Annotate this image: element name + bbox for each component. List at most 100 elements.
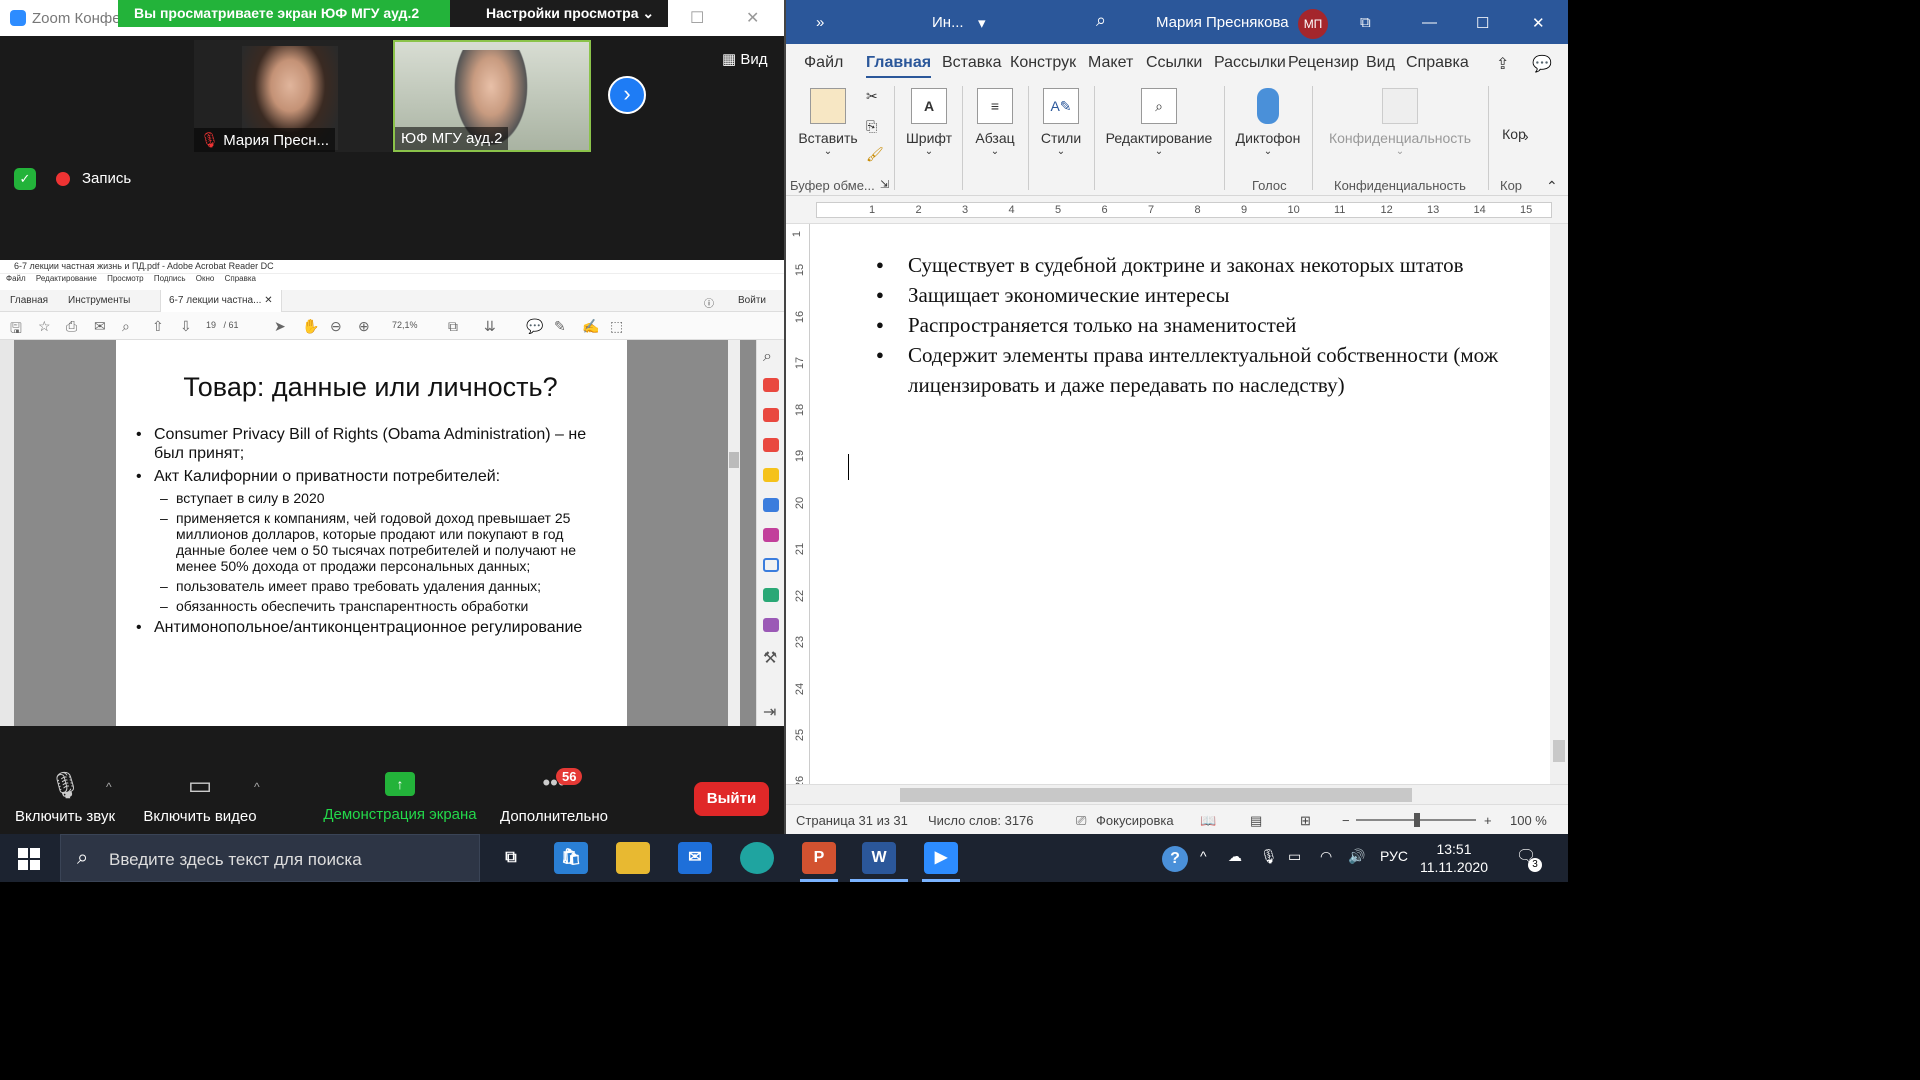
powerpoint-icon[interactable]: P — [802, 842, 836, 874]
clock[interactable]: 13:51 11.11.2020 — [1420, 840, 1488, 876]
star-icon[interactable]: ☆ — [38, 318, 51, 335]
onedrive-icon[interactable]: ☁ — [1228, 848, 1242, 865]
zoom-slider[interactable] — [1356, 813, 1476, 827]
start-video-button[interactable]: ▭ Включить видео — [140, 770, 260, 825]
windows-start-icon[interactable] — [18, 848, 40, 870]
fit-page-icon[interactable]: ⧉ — [448, 318, 458, 335]
dialog-launcher-icon[interactable]: ⇲ — [880, 178, 889, 191]
store-icon[interactable]: 🛍 — [554, 842, 588, 874]
more-button[interactable]: ••• Дополнительно — [494, 770, 614, 825]
view-button[interactable]: ▦ Вид — [722, 50, 768, 68]
tab-layout[interactable]: Макет — [1088, 54, 1133, 72]
tab-insert[interactable]: Вставка — [942, 54, 1001, 72]
menu-item[interactable]: Подпись — [154, 274, 186, 283]
bullet-item[interactable]: Распространяется только на знаменитостей — [876, 310, 1550, 340]
sign-icon[interactable]: ✍ — [582, 318, 599, 335]
tab-mailings[interactable]: Рассылки — [1214, 54, 1286, 72]
microphone-icon[interactable]: 🎙 — [1260, 848, 1278, 865]
task-view-icon[interactable]: ⧉ — [494, 842, 528, 874]
menu-item[interactable]: Окно — [196, 274, 215, 283]
export-pdf-icon[interactable] — [763, 378, 779, 392]
maximize-icon[interactable]: ☐ — [1476, 14, 1489, 32]
taskbar-search[interactable]: ⌕ Введите здесь текст для поиска — [60, 834, 480, 882]
quick-access-more-icon[interactable]: » — [816, 14, 824, 31]
left-panel-toggle[interactable] — [0, 340, 14, 726]
more-tools-icon[interactable]: ⚒ — [763, 648, 779, 667]
share-screen-button[interactable]: ↑ Демонстрация экрана — [320, 770, 480, 823]
paragraph-button[interactable]: ≡ Абзац ⌄ — [968, 88, 1022, 157]
read-mode-icon[interactable]: 📖 — [1200, 813, 1216, 829]
avatar[interactable]: МП — [1298, 9, 1328, 39]
tab-review[interactable]: Рецензир — [1288, 54, 1359, 72]
prev-page-icon[interactable]: ⇧ — [152, 318, 164, 335]
comment-tool-icon[interactable] — [763, 468, 779, 482]
focus-icon[interactable]: ⎚ — [1076, 813, 1086, 829]
zoom-in-icon[interactable]: ⊕ — [358, 318, 370, 335]
page-count[interactable]: Страница 31 из 31 — [796, 813, 908, 828]
show-hidden-icons-icon[interactable]: ^ — [1200, 848, 1207, 864]
scroll-mode-icon[interactable]: ⇊ — [484, 318, 496, 335]
combine-files-icon[interactable] — [763, 498, 779, 512]
bullet-item[interactable]: Содержит элементы права интеллектуальной… — [876, 340, 1550, 400]
close-icon[interactable]: ✕ — [746, 8, 759, 28]
menu-item[interactable]: Справка — [225, 274, 256, 283]
bullet-item[interactable]: Защищает экономические интересы — [876, 280, 1550, 310]
tab-document[interactable]: 6-7 лекции частна... ✕ — [160, 290, 282, 312]
zoom-slider-knob[interactable] — [1414, 813, 1420, 827]
scroll-thumb[interactable] — [900, 788, 1412, 802]
styles-button[interactable]: A✎ Стили ⌄ — [1034, 88, 1088, 157]
font-button[interactable]: A Шрифт ⌄ — [902, 88, 956, 157]
tab-home[interactable]: Главная — [866, 54, 932, 79]
view-options-button[interactable]: Настройки просмотра ⌄ — [450, 0, 668, 27]
zoom-level[interactable]: 72,1% — [392, 320, 418, 330]
format-painter-icon[interactable]: 🖌 — [866, 146, 884, 163]
search-icon[interactable]: ⌕ — [763, 348, 779, 365]
collapse-ribbon-icon[interactable]: ⌃ — [1546, 178, 1558, 195]
minimize-icon[interactable]: — — [1422, 14, 1437, 31]
file-explorer-icon[interactable] — [616, 842, 650, 874]
page-indicator[interactable]: 19 / 61 — [206, 320, 239, 330]
horizontal-ruler[interactable]: 1 2 3 4 5 6 7 8 9 10 11 12 13 14 15 — [786, 196, 1568, 224]
optimize-icon[interactable] — [763, 588, 779, 602]
scroll-thumb[interactable] — [729, 452, 739, 468]
tab-design[interactable]: Конструк — [1010, 54, 1076, 72]
next-page-arrow-icon[interactable]: › — [608, 76, 646, 114]
share-tool-icon[interactable]: ⬚ — [610, 318, 623, 335]
close-icon[interactable]: ✕ — [264, 295, 272, 306]
fill-sign-icon[interactable] — [763, 528, 779, 542]
share-icon[interactable]: ⇪ — [1496, 54, 1509, 74]
create-pdf-icon[interactable] — [763, 408, 779, 422]
acrobat-vertical-scrollbar[interactable] — [728, 340, 740, 726]
wifi-icon[interactable]: ◠ — [1320, 848, 1332, 865]
document-title[interactable]: Ин... — [932, 14, 964, 31]
help-icon[interactable]: ? — [1162, 846, 1188, 872]
maximize-icon[interactable]: ☐ — [690, 8, 704, 28]
tab-view[interactable]: Вид — [1366, 54, 1395, 72]
edge-icon[interactable] — [740, 842, 774, 874]
hand-tool-icon[interactable]: ✋ — [302, 318, 319, 335]
tab-tools[interactable]: Инструменты — [68, 295, 130, 306]
copy-icon[interactable]: ⎘ — [866, 118, 877, 135]
confidentiality-button[interactable]: Конфиденциальность ⌄ — [1320, 88, 1480, 157]
menu-item[interactable]: Редактирование — [36, 274, 97, 283]
participant-tile[interactable]: 🎙 Мария Пресн... — [194, 40, 392, 152]
zoom-app-icon[interactable]: ▶ — [924, 842, 958, 874]
video-options-icon[interactable]: ^ — [254, 780, 260, 794]
chevron-down-icon[interactable]: ▾ — [978, 14, 986, 32]
tab-help[interactable]: Справка — [1406, 54, 1469, 72]
security-shield-icon[interactable]: ✓ — [14, 168, 36, 190]
help-icon[interactable]: ⓘ — [704, 295, 714, 310]
document-canvas[interactable]: Существует в судебной доктрине и законах… — [816, 224, 1550, 784]
email-icon[interactable]: ✉ — [94, 318, 106, 335]
focus-mode[interactable]: Фокусировка — [1096, 813, 1174, 828]
login-link[interactable]: Войти — [738, 295, 766, 306]
word-icon[interactable]: W — [862, 842, 896, 874]
ribbon-display-icon[interactable]: ⧉ — [1360, 14, 1371, 31]
user-name[interactable]: Мария Преснякова — [1156, 14, 1289, 31]
participant-tile-active[interactable]: ЮФ МГУ ауд.2 — [393, 40, 591, 152]
tab-file[interactable]: Файл — [804, 54, 843, 72]
collapse-pane-icon[interactable]: ⇥ — [763, 702, 779, 721]
unmute-button[interactable]: 🎙 Включить звук — [10, 770, 120, 825]
web-layout-icon[interactable]: ⊞ — [1300, 813, 1311, 829]
page-current[interactable]: 19 — [206, 320, 216, 330]
